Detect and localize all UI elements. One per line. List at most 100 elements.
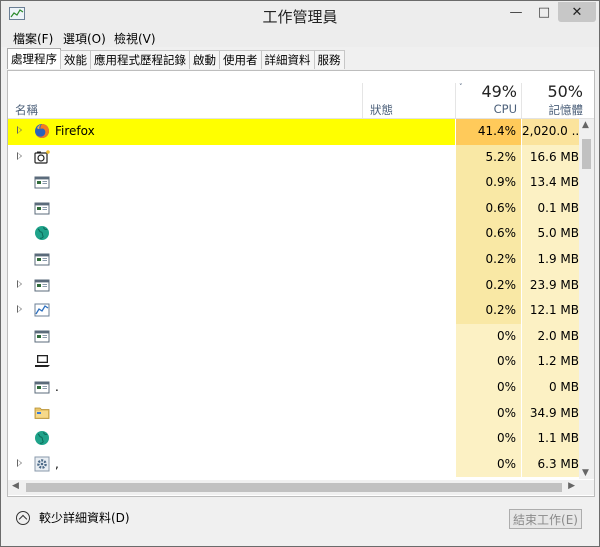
laptop-app-icon (34, 353, 50, 369)
column-header: 名稱 狀態 ˅ 49% CPU 50% 記憶體 (8, 71, 594, 119)
memory-cell: 0 MB (521, 374, 583, 401)
window-app-icon (34, 379, 50, 395)
tab-services[interactable]: 服務 (313, 50, 345, 69)
scroll-left-icon[interactable]: ◀ (12, 481, 19, 491)
row-background (8, 196, 455, 222)
memory-cell: 23.9 MB (521, 272, 583, 299)
camera-app-icon (34, 149, 50, 165)
memory-cell: 2,020.0 ... (521, 119, 583, 145)
row-background (8, 145, 455, 171)
minimize-button[interactable]: — (503, 2, 529, 22)
task-manager-window: 工作管理員 — □ ✕ 檔案(F) 選項(O) 檢視(V) 處理程序 效能 應用… (0, 0, 600, 547)
tab-users[interactable]: 使用者 (219, 50, 262, 69)
horizontal-scrollbar[interactable]: ◀ ▶ (8, 480, 579, 495)
scroll-right-icon[interactable]: ▶ (568, 481, 575, 491)
window-app-icon (34, 277, 50, 293)
row-background (8, 298, 455, 324)
memory-cell: 1.9 MB (521, 246, 583, 273)
fewer-details-toggle[interactable]: 較少詳細資料(D) (16, 509, 130, 526)
menu-view[interactable]: 檢視(V) (114, 30, 156, 47)
column-status-header[interactable]: 狀態 (370, 102, 393, 118)
row-background (8, 324, 455, 350)
memory-cell: 0.1 MB (521, 195, 583, 222)
window-app-icon (34, 200, 50, 216)
folder-app-icon (34, 405, 50, 421)
menu-bar: 檔案(F) 選項(O) 檢視(V) (1, 28, 599, 47)
cpu-total-percent[interactable]: 49% (456, 82, 517, 101)
chevron-up-circle-icon[interactable] (16, 510, 30, 525)
column-divider[interactable] (362, 83, 363, 118)
scroll-up-icon[interactable]: ▲ (582, 120, 589, 130)
cpu-cell: 0% (455, 426, 521, 452)
chart-app-icon (34, 302, 50, 318)
memory-cell: 1.2 MB (521, 349, 583, 375)
gear-app-icon (34, 456, 50, 472)
horizontal-scroll-thumb[interactable] (26, 483, 562, 492)
menu-options[interactable]: 選項(O) (63, 30, 106, 47)
process-name: . (55, 379, 59, 394)
process-list-panel: 名稱 狀態 ˅ 49% CPU 50% 記憶體 Firefox 41.4% 2,02… (7, 70, 595, 497)
close-button[interactable]: ✕ (558, 2, 596, 22)
process-row[interactable]: 0% 1.2 MB (8, 349, 583, 375)
expand-arrow-icon[interactable] (17, 126, 22, 134)
cpu-cell: 0.2% (455, 298, 521, 324)
process-row[interactable]: 0.9% 13.4 MB (8, 170, 583, 196)
process-row[interactable]: 0.2% 12.1 MB (8, 298, 583, 324)
tab-startup[interactable]: 啟動 (189, 50, 220, 69)
process-row[interactable]: 0.2% 23.9 MB (8, 272, 583, 299)
end-task-button[interactable]: 結束工作(E) (509, 509, 582, 529)
row-background (8, 221, 455, 247)
window-app-icon (34, 251, 50, 267)
process-row[interactable]: 0.6% 0.1 MB (8, 195, 583, 222)
vertical-scroll-thumb[interactable] (582, 139, 591, 169)
process-row[interactable]: , 0% 6.3 MB (8, 451, 583, 478)
cpu-cell: 0% (455, 374, 521, 401)
globe-app-icon (34, 430, 50, 446)
column-memory-header[interactable]: 記憶體 (522, 102, 584, 118)
cpu-cell: 0% (455, 400, 521, 427)
memory-total-percent[interactable]: 50% (522, 82, 583, 101)
row-background (8, 401, 455, 427)
column-name-header[interactable]: 名稱 (15, 102, 38, 118)
expand-arrow-icon[interactable] (17, 279, 22, 288)
process-row[interactable]: . 0% 0 MB (8, 374, 583, 401)
memory-cell: 34.9 MB (521, 400, 583, 427)
firefox-icon (34, 123, 50, 139)
row-background (8, 452, 455, 478)
menu-file[interactable]: 檔案(F) (13, 30, 53, 47)
tab-performance[interactable]: 效能 (60, 50, 91, 69)
fewer-details-label[interactable]: 較少詳細資料(D) (39, 509, 130, 526)
tab-processes[interactable]: 處理程序 (7, 48, 61, 69)
process-row[interactable]: 0% 1.1 MB (8, 426, 583, 452)
memory-cell: 5.0 MB (521, 221, 583, 247)
globe-app-icon (34, 225, 50, 241)
maximize-button[interactable]: □ (531, 2, 557, 22)
tab-strip: 處理程序 效能 應用程式歷程記錄 啟動 使用者 詳細資料 服務 (7, 48, 345, 70)
process-row[interactable]: 0.2% 1.9 MB (8, 246, 583, 273)
scroll-down-icon[interactable]: ▼ (582, 468, 589, 478)
process-row[interactable]: 0% 2.0 MB (8, 323, 583, 350)
cpu-cell: 5.2% (455, 144, 521, 171)
vertical-scrollbar[interactable]: ▲ ▼ (579, 119, 594, 479)
tab-app-history[interactable]: 應用程式歷程記錄 (90, 50, 190, 69)
tab-details[interactable]: 詳細資料 (260, 50, 315, 69)
scrollbar-corner (579, 480, 594, 495)
expand-arrow-icon[interactable] (17, 458, 22, 467)
process-name: Firefox (55, 124, 95, 138)
expand-arrow-icon[interactable] (17, 305, 22, 314)
process-row[interactable]: 0.6% 5.0 MB (8, 221, 583, 247)
row-background (8, 273, 455, 299)
process-row[interactable]: 0% 34.9 MB (8, 400, 583, 427)
memory-cell: 6.3 MB (521, 451, 583, 478)
column-cpu-header[interactable]: CPU (456, 102, 517, 116)
expand-arrow-icon[interactable] (17, 151, 22, 160)
title-bar[interactable]: 工作管理員 — □ ✕ (1, 1, 599, 28)
cpu-cell: 0.2% (455, 246, 521, 273)
row-background (8, 170, 455, 196)
process-row[interactable]: Firefox 41.4% 2,020.0 ... (8, 119, 583, 145)
row-background (8, 426, 455, 452)
memory-cell: 2.0 MB (521, 323, 583, 350)
row-background (8, 247, 455, 273)
process-row[interactable]: 5.2% 16.6 MB (8, 144, 583, 171)
cpu-cell: 41.4% (455, 119, 521, 145)
